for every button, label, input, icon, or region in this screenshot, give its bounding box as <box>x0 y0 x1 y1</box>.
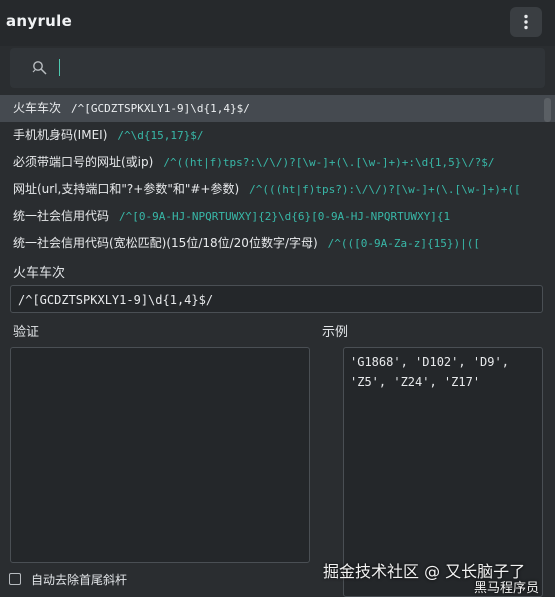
verify-textarea[interactable] <box>10 347 310 563</box>
strip-slashes-label: 自动去除首尾斜杆 <box>31 573 128 587</box>
rule-name: 必须带端口号的网址(或ip) <box>13 155 154 169</box>
rule-list-item[interactable]: 必须带端口号的网址(或ip) /^((ht|f)tps?:\/\/)?[\w-]+… <box>0 149 555 176</box>
rule-regex: /^\d{15,17}$/ <box>117 129 204 142</box>
rule-name: 统一社会信用代码(宽松匹配)(15位/18位/20位数字/字母) <box>13 236 318 250</box>
example-label: 示例 <box>322 325 349 340</box>
example-text: 'G1868', 'D102', 'D9', 'Z5', 'Z24', 'Z17… <box>350 352 550 392</box>
search-caret <box>59 59 60 76</box>
search-input[interactable] <box>58 56 532 82</box>
rule-regex: /^(((ht|f)tps?):\/\/)?[\w-]+(\.[\w-]+)+(… <box>249 183 521 196</box>
detail-title: 火车车次 <box>13 266 66 281</box>
rule-regex: /^(([0-9A-Za-z]{15})|([ <box>327 237 480 250</box>
rule-regex: /^((ht|f)tps?:\/\/)?[\w-]+(\.[\w-]+)+:\d… <box>163 156 495 169</box>
rule-name: 手机机身码(IMEI) <box>13 128 108 142</box>
rule-list-item[interactable]: 火车车次 /^[GCDZTSPKXLY1-9]\d{1,4}$/ <box>0 95 555 122</box>
rule-list-item[interactable]: 网址(url,支持端口和"?+参数"和"#+参数) /^(((ht|f)tps?)… <box>0 176 555 203</box>
rule-list-item[interactable]: 统一社会信用代码(宽松匹配)(15位/18位/20位数字/字母) /^(([0-9… <box>0 230 555 257</box>
more-vertical-icon <box>524 14 528 30</box>
example-line: 'G1868', 'D102', 'D9', <box>350 355 509 369</box>
watermark-text-secondary: 黑马程序员 <box>474 581 540 596</box>
app-header: anyrule <box>0 0 555 46</box>
rule-regex: /^[0-9A-HJ-NPQRTUWXY]{2}\d{6}[0-9A-HJ-NP… <box>119 210 451 223</box>
search-box[interactable] <box>10 48 545 88</box>
rule-list-scrollbar[interactable] <box>544 98 551 122</box>
regex-field[interactable]: /^[GCDZTSPKXLY1-9]\d{1,4}$/ <box>10 285 543 313</box>
rule-list: 火车车次 /^[GCDZTSPKXLY1-9]\d{1,4}$/ 手机机身码(IME… <box>0 95 555 257</box>
rule-regex: /^[GCDZTSPKXLY1-9]\d{1,4}$/ <box>71 102 250 115</box>
example-line: 'Z5', 'Z24', 'Z17' <box>350 375 481 389</box>
search-icon <box>32 61 47 75</box>
rule-name: 统一社会信用代码 <box>13 209 110 223</box>
rule-name: 网址(url,支持端口和"?+参数"和"#+参数) <box>13 182 240 196</box>
rule-list-item[interactable]: 统一社会信用代码 /^[0-9A-HJ-NPQRTUWXY]{2}\d{6}[0-… <box>0 203 555 230</box>
rule-list-item[interactable]: 手机机身码(IMEI) /^\d{15,17}$/ <box>0 122 555 149</box>
more-menu-button[interactable] <box>510 7 542 37</box>
strip-slashes-checkbox[interactable] <box>9 573 21 585</box>
app-title: anyrule <box>6 12 73 30</box>
rule-name: 火车车次 <box>13 101 62 115</box>
verify-label: 验证 <box>13 325 40 340</box>
